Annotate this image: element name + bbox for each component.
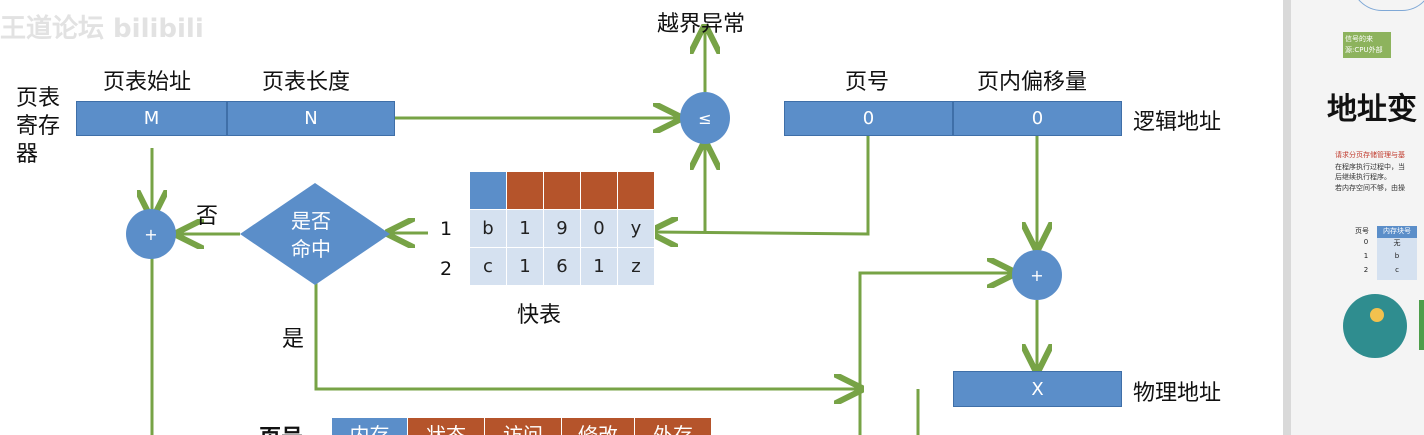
thumb-text-4: 若内存空间不够，由操 [1335,184,1405,192]
tlb-cell: 1 [506,247,544,286]
tlb-header-cell [580,171,618,210]
exception-label: 越界异常 [657,12,746,37]
ptr-len-label: 页表长度 [262,70,351,95]
thumb-text-1: 请求分页存储管理与基 [1335,151,1405,159]
tlb-cell: 1 [506,209,544,248]
thumb-head-icon [1343,294,1407,358]
ptr-start-label: 页表始址 [103,70,192,95]
tlb-row: b 1 9 0 y [469,209,655,248]
bottom-page-label: 页号 [259,420,303,435]
plus-node-right: + [1012,250,1062,300]
hit-text-2: 命中 [291,237,331,261]
physical-addr-label: 物理地址 [1133,381,1222,406]
ptr-label-3: 器 [16,142,39,167]
tlb-cell: 9 [543,209,581,248]
thumb-leaf-icon [1419,300,1424,350]
page-no-label: 页号 [845,70,890,95]
no-label: 否 [196,204,219,229]
thumb-top-arc [1351,0,1424,11]
yes-label: 是 [282,327,305,352]
header-external: 外存 [635,418,712,435]
tlb-cell: y [617,209,655,248]
tlb-header-cell [543,171,581,210]
tlb-header-cell [469,171,507,210]
panel-divider[interactable] [1283,0,1291,435]
offset-box: 0 [953,101,1122,136]
thumb-td: b [1377,252,1417,266]
tlb-cell: c [469,247,507,286]
tlb-index-1: 1 [440,218,453,240]
tlb-cell: 6 [543,247,581,286]
tlb-header-row [469,171,655,210]
tlb-label: 快表 [517,303,562,328]
compare-node: ≤ [680,92,730,144]
tlb-cell: z [617,247,655,286]
thumb-td: 1 [1363,252,1369,260]
thumb-table: 页号 内存块号 0 无 1 b 2 c [1355,226,1417,280]
tlb-index-2: 2 [440,258,453,280]
slide-thumbnail-panel[interactable]: 信号的来源:CPU外部 地址变 请求分页存储管理与基 在程序执行过程中，当 后继… [1291,0,1424,435]
m-box: M [76,101,227,136]
page-box: 0 [784,101,953,136]
thumb-caption: 信号的来源:CPU外部 [1343,32,1391,58]
logical-addr-label: 逻辑地址 [1133,110,1222,135]
n-box: N [227,101,395,136]
tlb-header-cell [506,171,544,210]
tlb-header-cell [617,171,655,210]
header-access: 访问 [485,418,562,435]
thumb-th: 页号 [1355,227,1369,235]
page-table-header: 内存 状态 访问 修改 外存 [332,418,712,435]
thumb-bulb-icon [1370,308,1384,322]
diagram-canvas: 王道论坛 bilibili 页表 寄存 器 页表始址 页表长度 M N 越界异常… [0,0,1285,435]
header-status: 状态 [408,418,485,435]
arrow-hit-yes [314,282,858,389]
plus-node-left: + [126,209,176,259]
offset-label: 页内偏移量 [977,70,1088,95]
thumb-title: 地址变 [1327,92,1417,127]
thumb-td: c [1377,266,1417,280]
x-box: X [953,371,1122,407]
thumb-th: 内存块号 [1377,226,1417,238]
tlb-row: c 1 6 1 z [469,247,655,286]
tlb-cell: 0 [580,209,618,248]
arrow-block-to-plus [858,273,1011,435]
arrow-page-to-tlb [654,136,870,234]
tlb-table: b 1 9 0 y c 1 6 1 z [469,171,655,286]
thumb-td: 无 [1377,238,1417,252]
thumb-td: 0 [1363,238,1369,246]
tlb-cell: 1 [580,247,618,286]
tlb-cell: b [469,209,507,248]
hit-text-1: 是否 [291,209,331,233]
thumb-td: 2 [1363,266,1369,274]
header-memory: 内存 [332,418,408,435]
thumb-text-2: 在程序执行过程中，当 [1335,163,1405,171]
header-modify: 修改 [562,418,635,435]
thumb-text-3: 后继续执行程序。 [1335,173,1391,181]
